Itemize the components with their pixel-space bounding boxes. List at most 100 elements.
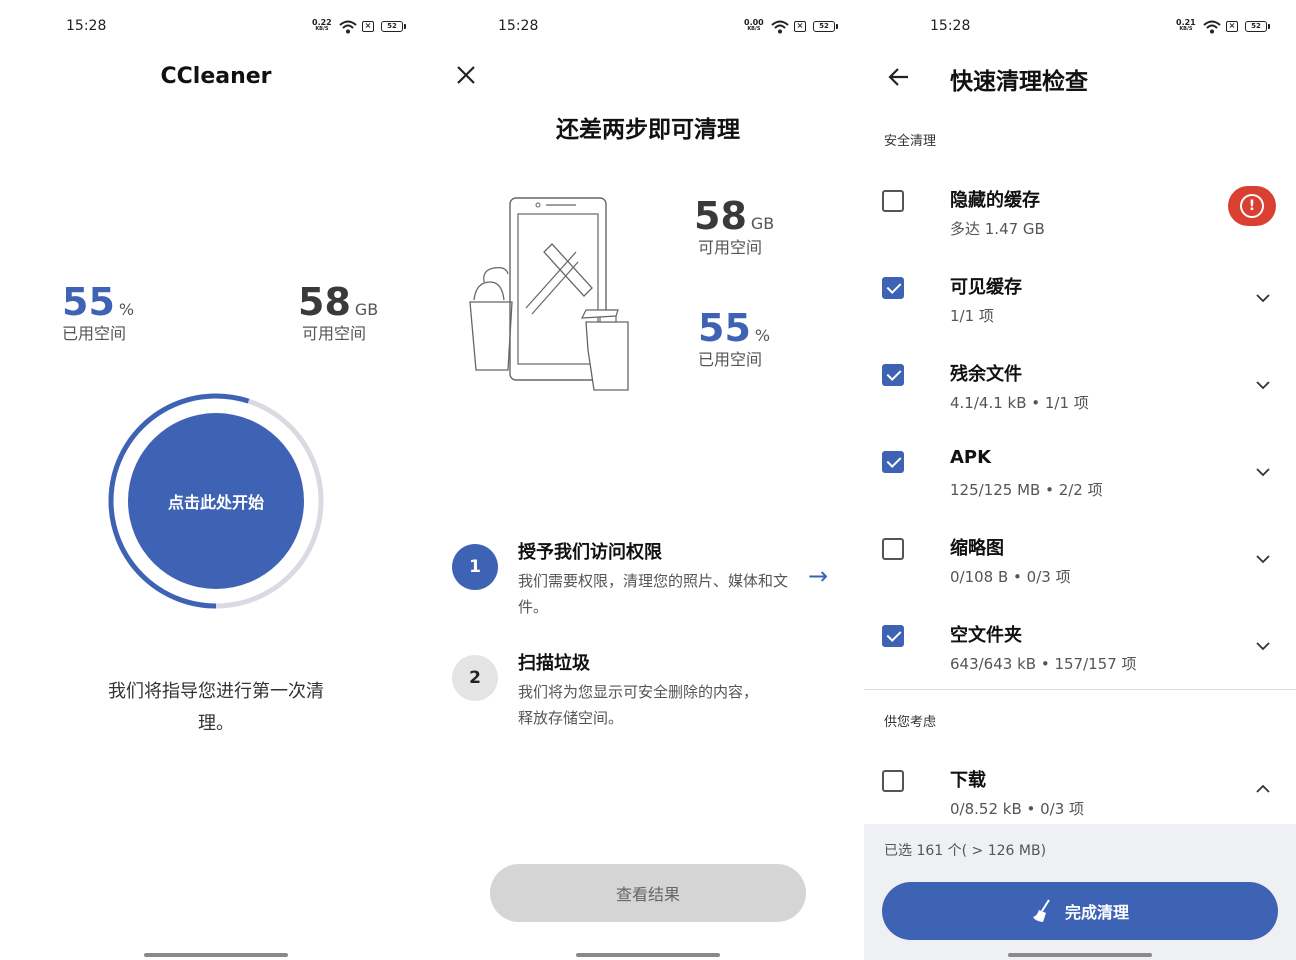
item-name: 残余文件 <box>950 364 1022 385</box>
screen-quick-clean: 15:28 0.21 KB/S × 52 快速清理检查 安全清理 隐藏的缓存 多达… <box>864 0 1296 960</box>
network-speed: 0.00 KB/S <box>744 19 764 33</box>
item-name: APK <box>950 447 992 468</box>
network-speed-unit: KB/S <box>747 26 761 32</box>
battery-icon: 52 <box>381 21 406 32</box>
used-space-label: 已用空间 <box>698 350 763 369</box>
clean-item-residual-files[interactable]: 残余文件 4.1/4.1 kB • 1/1 项 <box>864 354 1296 434</box>
item-detail: 4.1/4.1 kB • 1/1 项 <box>950 394 1089 412</box>
status-time: 15:28 <box>66 18 107 34</box>
used-space-unit: % <box>118 300 135 319</box>
screen-setup: 15:28 0.00 KB/S × 52 还差两步即可清理 58 GB 可用空间 5… <box>432 0 864 960</box>
free-space-unit: GB <box>750 214 775 233</box>
battery-level: 52 <box>819 22 829 30</box>
status-bar: 15:28 0.21 KB/S × 52 <box>864 18 1296 38</box>
used-space-unit: % <box>754 326 771 345</box>
item-checkbox[interactable] <box>882 364 904 386</box>
step-number: 1 <box>452 544 498 590</box>
item-checkbox[interactable] <box>882 451 904 473</box>
home-indicator[interactable] <box>144 953 288 957</box>
sim-icon: × <box>794 21 806 32</box>
item-name: 可见缓存 <box>950 277 1022 298</box>
battery-icon: 52 <box>813 21 838 32</box>
arrow-right-icon[interactable]: → <box>808 562 828 590</box>
start-button[interactable]: 点击此处开始 <box>128 413 304 589</box>
network-speed: 0.22 KB/S <box>312 19 332 33</box>
home-indicator[interactable] <box>1008 953 1152 957</box>
item-name: 缩略图 <box>950 538 1004 559</box>
status-bar: 15:28 0.22 KB/S × 52 <box>0 18 432 38</box>
step-scan-junk: 2 扫描垃圾 我们将为您显示可安全删除的内容，释放存储空间。 <box>452 649 852 739</box>
free-space-unit: GB <box>354 300 379 319</box>
battery-level: 52 <box>1251 22 1261 30</box>
broom-icon <box>1032 899 1050 922</box>
home-indicator[interactable] <box>576 953 720 957</box>
free-space-stat: 58 GB 可用空间 <box>298 280 378 344</box>
item-checkbox[interactable] <box>882 625 904 647</box>
step-description: 我们需要权限，清理您的照片、媒体和文件。 <box>518 572 789 616</box>
status-bar: 15:28 0.00 KB/S × 52 <box>432 18 864 38</box>
clean-item-empty-folders[interactable]: 空文件夹 643/643 kB • 157/157 项 <box>864 615 1296 695</box>
item-detail: 125/125 MB • 2/2 项 <box>950 481 1103 499</box>
item-detail: 0/108 B • 0/3 项 <box>950 568 1071 586</box>
item-detail: 1/1 项 <box>950 307 994 325</box>
sim-icon: × <box>362 21 374 32</box>
page-title: 快速清理检查 <box>950 69 1088 95</box>
status-time: 15:28 <box>930 18 971 34</box>
battery-icon: 52 <box>1245 21 1270 32</box>
used-space-stat: 55% 已用空间 <box>62 280 134 344</box>
item-checkbox[interactable] <box>882 538 904 560</box>
clean-item-thumbnails[interactable]: 缩略图 0/108 B • 0/3 项 <box>864 528 1296 608</box>
chevron-down-icon[interactable] <box>1256 291 1270 305</box>
chevron-down-icon[interactable] <box>1256 552 1270 566</box>
clean-item-apk[interactable]: APK 125/125 MB • 2/2 项 <box>864 441 1296 521</box>
step-grant-permission[interactable]: 1 授予我们访问权限 我们需要权限，清理您的照片、媒体和文件。 → <box>452 538 852 628</box>
item-checkbox[interactable] <box>882 277 904 299</box>
step-number: 2 <box>452 655 498 701</box>
chevron-up-icon[interactable] <box>1256 782 1270 796</box>
wifi-icon <box>1203 20 1221 34</box>
used-space-label: 已用空间 <box>62 324 127 343</box>
warning-icon[interactable]: ! <box>1228 186 1276 226</box>
view-results-button[interactable]: 查看结果 <box>490 864 806 922</box>
item-detail: 0/8.52 kB • 0/3 项 <box>950 800 1085 818</box>
used-space-value: 55 <box>698 306 751 350</box>
free-space-value: 58 <box>694 194 747 238</box>
status-time: 15:28 <box>498 18 539 34</box>
network-speed-unit: KB/S <box>1179 26 1193 32</box>
section-header-consider: 供您考虑 <box>884 715 937 730</box>
bottom-action-bar: 已选 161 个( > 126 MB) 完成清理 <box>864 824 1296 960</box>
setup-title: 还差两步即可清理 <box>556 117 740 143</box>
finish-cleaning-label: 完成清理 <box>1064 903 1129 922</box>
section-header-safe: 安全清理 <box>884 134 937 149</box>
item-detail: 多达 1.47 GB <box>950 220 1045 238</box>
chevron-down-icon[interactable] <box>1256 639 1270 653</box>
close-icon[interactable] <box>454 63 478 87</box>
network-speed-unit: KB/S <box>315 26 329 32</box>
wifi-icon <box>339 20 357 34</box>
battery-level: 52 <box>387 22 397 30</box>
item-detail: 643/643 kB • 157/157 项 <box>950 655 1137 673</box>
used-space-stat: 55% 已用空间 <box>698 306 770 370</box>
chevron-down-icon[interactable] <box>1256 378 1270 392</box>
chevron-down-icon[interactable] <box>1256 465 1270 479</box>
item-name: 下载 <box>950 770 986 791</box>
phone-cleaning-illustration <box>469 197 629 391</box>
sim-icon: × <box>1226 21 1238 32</box>
step-title: 扫描垃圾 <box>518 653 590 674</box>
item-name: 空文件夹 <box>950 625 1022 646</box>
network-speed: 0.21 KB/S <box>1176 19 1196 33</box>
used-space-value: 55 <box>62 280 115 324</box>
clean-item-visible-cache[interactable]: 可见缓存 1/1 项 <box>864 267 1296 347</box>
selected-summary: 已选 161 个( > 126 MB) <box>884 843 1047 859</box>
back-arrow-icon[interactable] <box>886 64 912 90</box>
app-title: CCleaner <box>160 64 272 89</box>
clean-item-hidden-cache[interactable]: 隐藏的缓存 多达 1.47 GB ! <box>864 180 1296 260</box>
screen-home: 15:28 0.22 KB/S × 52 CCleaner 55% 已用空间 58… <box>0 0 432 960</box>
wifi-icon <box>771 20 789 34</box>
item-checkbox[interactable] <box>882 190 904 212</box>
item-checkbox[interactable] <box>882 770 904 792</box>
finish-cleaning-button[interactable]: 完成清理 <box>882 882 1278 940</box>
step-title: 授予我们访问权限 <box>518 542 662 563</box>
step-description: 我们将为您显示可安全删除的内容，释放存储空间。 <box>518 683 759 727</box>
free-space-stat: 58 GB 可用空间 <box>694 194 774 258</box>
